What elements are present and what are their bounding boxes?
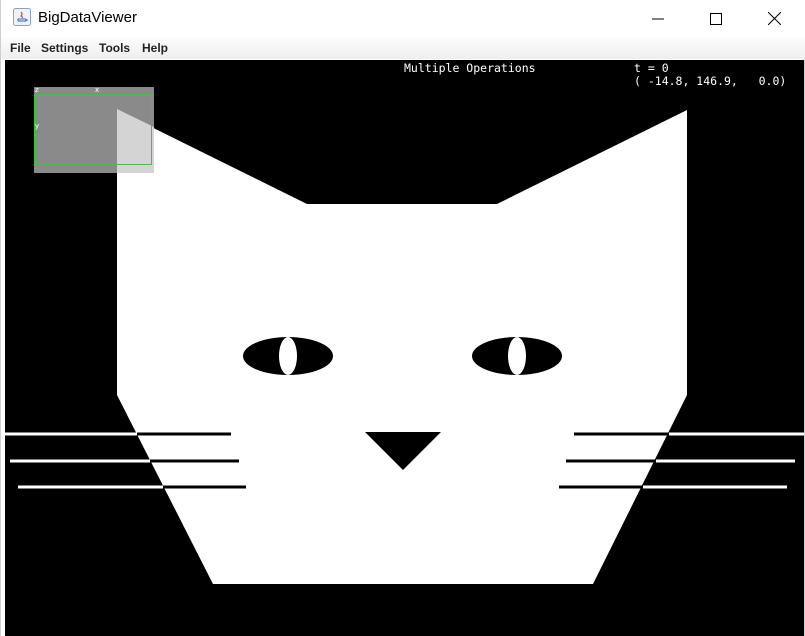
app-window: BigDataViewer File Settings Tools Help z… xyxy=(0,0,805,636)
navigator-viewport-box xyxy=(34,95,152,165)
close-button[interactable] xyxy=(745,0,803,37)
menu-bar: File Settings Tools Help xyxy=(1,37,805,59)
maximize-icon xyxy=(710,12,722,25)
left-pupil xyxy=(279,337,297,375)
timepoint-label: t = 0 xyxy=(634,61,669,75)
close-icon xyxy=(767,12,781,25)
java-app-icon xyxy=(13,8,31,26)
coordinates-readout: ( -14.8, 146.9, 0.0) xyxy=(634,74,787,88)
menu-tools[interactable]: Tools xyxy=(99,41,130,55)
minimize-button[interactable] xyxy=(629,0,687,37)
navigator-axis-x: x xyxy=(95,87,100,94)
navigator-overview: z x y xyxy=(34,87,154,173)
maximize-button[interactable] xyxy=(687,0,745,37)
cat-head xyxy=(117,110,687,584)
menu-settings[interactable]: Settings xyxy=(41,41,88,55)
navigator-axis-z: z xyxy=(35,87,39,94)
source-name-label: Multiple Operations xyxy=(404,61,536,75)
right-pupil xyxy=(508,337,526,375)
menu-help[interactable]: Help xyxy=(142,41,168,55)
menu-file[interactable]: File xyxy=(10,41,31,55)
window-title: BigDataViewer xyxy=(38,9,137,26)
image-viewer-canvas[interactable]: z x y Multiple Operations t = 0 ( -14.8,… xyxy=(5,60,804,636)
minimize-icon xyxy=(652,18,664,19)
title-bar[interactable]: BigDataViewer xyxy=(1,0,805,37)
